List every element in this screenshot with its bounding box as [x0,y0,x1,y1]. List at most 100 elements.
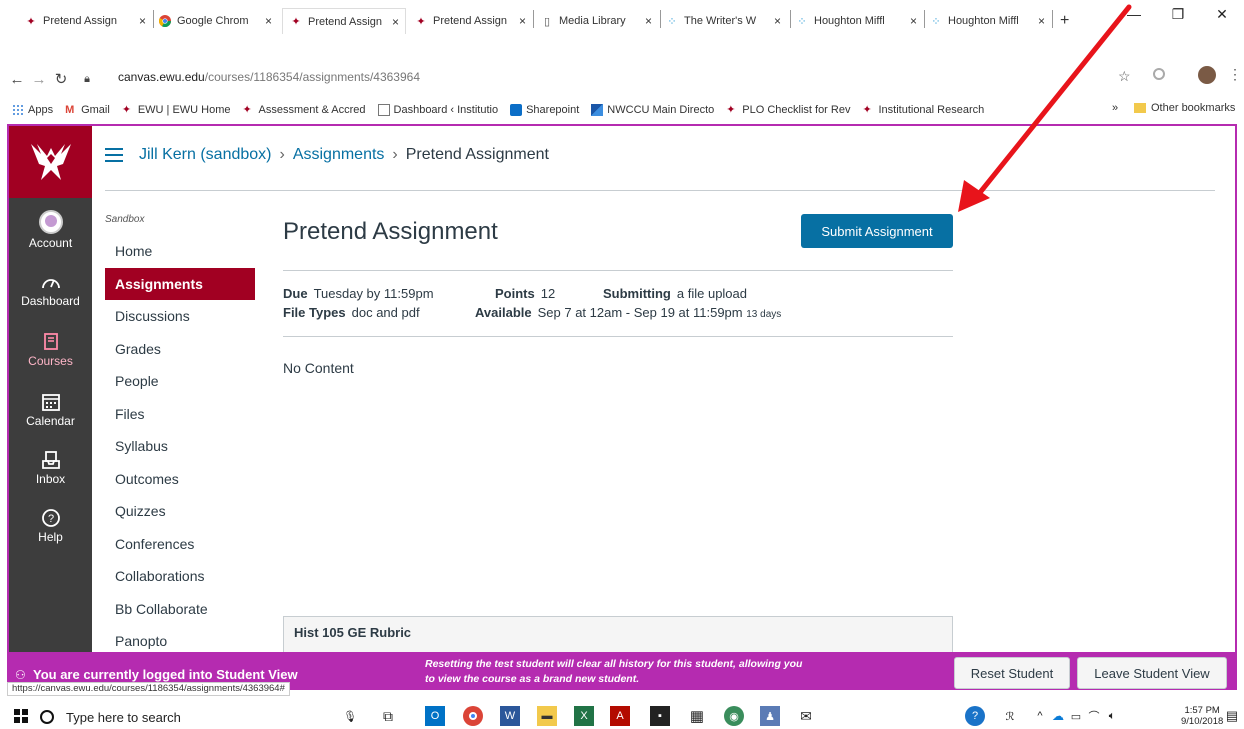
new-tab-button[interactable]: + [1060,10,1080,32]
bookmark-assessment[interactable]: ✦ Assessment & Accred [243,104,366,116]
course-nav-files[interactable]: Files [105,398,255,431]
close-icon[interactable]: × [392,15,399,29]
browser-tab[interactable]: ⁘ The Writer's W × [665,10,787,32]
close-icon[interactable]: × [774,14,781,28]
close-icon[interactable]: × [910,14,917,28]
nav-dashboard[interactable]: Dashboard [9,272,92,308]
browser-tab[interactable]: ⁘ Houghton Miffl × [929,10,1051,32]
bookmark-apps[interactable]: Apps [12,104,53,116]
window-close-icon[interactable]: ✕ [1200,6,1244,23]
outlook-icon[interactable]: O [425,706,445,726]
menu-icon[interactable]: ⋮ [1228,66,1242,83]
bookmark-ewu-home[interactable]: ✦ EWU | EWU Home [122,104,231,116]
course-nav-conferences[interactable]: Conferences [105,528,255,561]
svg-text:?: ? [47,513,53,525]
wifi-icon[interactable]: ⌒ [1084,706,1104,726]
excel-icon[interactable]: X [574,706,594,726]
taskbar-search[interactable]: Type here to search [40,706,340,728]
student-view-note: Resetting the test student will clear al… [425,658,803,685]
browser-tab[interactable]: ✦ Pretend Assign × [414,10,532,32]
bookmark-institutional-research[interactable]: ✦ Institutional Research [862,104,984,116]
divider [283,270,953,271]
close-icon[interactable]: × [1038,14,1045,28]
pen-icon[interactable]: ℛ [1000,706,1020,726]
nav-account[interactable]: Account [9,210,92,250]
browser-tab[interactable]: ⁘ Houghton Miffl × [795,10,923,32]
nav-courses[interactable]: Courses [9,332,92,368]
course-nav-heading: Sandbox [105,214,145,225]
acrobat-icon[interactable]: A [610,706,630,726]
forward-icon[interactable]: → [28,71,50,88]
other-bookmarks[interactable]: Other bookmarks [1134,102,1235,114]
reset-student-button[interactable]: Reset Student [954,657,1070,689]
course-nav-outcomes[interactable]: Outcomes [105,463,255,496]
eagle-icon: ✦ [416,15,426,28]
close-icon[interactable]: × [519,14,526,28]
browser-tab-active[interactable]: ✦ Pretend Assign × [282,8,406,34]
browser-tab[interactable]: ▯ Media Library × [540,10,658,32]
course-nav-quizzes[interactable]: Quizzes [105,495,255,528]
sticky-notes-icon[interactable]: ▪ [650,706,670,726]
bookmark-plo[interactable]: ✦ PLO Checklist for Rev [726,104,850,116]
chrome-taskbar-icon[interactable] [463,706,483,726]
course-nav-syllabus[interactable]: Syllabus [105,430,255,463]
tray-overflow-icon[interactable]: ^ [1030,706,1050,726]
people-icon[interactable]: ♟ [760,706,780,726]
extension-icon[interactable] [1153,68,1165,80]
windows-start-icon[interactable] [14,709,28,728]
nav-calendar[interactable]: Calendar [9,392,92,428]
course-nav-collaborations[interactable]: Collaborations [105,560,255,593]
bookmark-sharepoint[interactable]: Sharepoint [510,104,579,116]
hamburger-menu-icon[interactable] [105,148,123,162]
globe-icon[interactable]: ◉ [724,706,744,726]
course-nav-bb-collaborate[interactable]: Bb Collaborate [105,593,255,626]
task-view-icon[interactable]: ⧉ [378,706,398,726]
submit-assignment-button[interactable]: Submit Assignment [801,214,953,248]
nav-inbox[interactable]: Inbox [9,450,92,486]
dots-icon: ⁘ [797,15,807,28]
calendar-icon [41,394,60,411]
close-icon[interactable]: × [645,14,652,28]
url-field[interactable]: canvas.ewu.edu/courses/1186354/assignmen… [118,70,420,84]
file-explorer-icon[interactable]: ▬ [537,706,557,726]
reload-icon[interactable]: ↻ [50,70,72,88]
breadcrumb-assignments-link[interactable]: Assignments [293,146,385,164]
global-nav: Account Dashboard Courses Calendar Inbox… [9,126,92,652]
ewu-logo[interactable] [9,126,92,198]
course-nav-discussions[interactable]: Discussions [105,300,255,333]
bookmark-dashboard[interactable]: Dashboard ‹ Institutio [377,104,498,116]
breadcrumb-course-link[interactable]: Jill Kern (sandbox) [139,146,272,164]
course-nav-grades[interactable]: Grades [105,333,255,366]
taskbar-clock[interactable]: 1:57 PM 9/10/2018 [1181,705,1223,727]
bookmark-gmail[interactable]: M Gmail [65,104,110,116]
browser-tab[interactable]: Google Chrom × [158,10,278,32]
volume-icon[interactable]: 🔈︎ [1102,706,1122,726]
mail-icon[interactable]: ✉ [796,706,816,726]
nav-help[interactable]: ? Help [9,508,92,544]
restore-icon[interactable]: ❐ [1156,6,1200,23]
microphone-icon[interactable]: 🎙︎ [340,706,360,726]
calendar-taskbar-icon[interactable]: ▦ [687,706,707,726]
bookmark-nwccu[interactable]: NWCCU Main Directo [591,104,714,116]
close-icon[interactable]: × [265,14,272,28]
help-tray-icon[interactable]: ? [965,706,985,726]
course-nav-home[interactable]: Home [105,235,255,268]
star-icon[interactable]: ☆ [1118,68,1131,85]
minimize-icon[interactable]: — [1112,6,1156,23]
notifications-icon[interactable]: ▤ [1222,706,1242,726]
rubric-header: Hist 105 GE Rubric [283,616,953,652]
profile-avatar[interactable] [1198,66,1216,84]
bookmarks-overflow[interactable]: » [1112,102,1118,114]
course-nav-assignments[interactable]: Assignments [105,267,255,300]
onedrive-icon[interactable]: ☁ [1048,706,1068,726]
browser-tab[interactable]: ✦ Pretend Assign × [24,10,152,32]
back-icon[interactable]: ← [6,71,28,88]
battery-icon[interactable]: ▭ [1066,706,1086,726]
course-nav-people[interactable]: People [105,365,255,398]
word-icon[interactable]: W [500,706,520,726]
course-nav-panopto[interactable]: Panopto [105,625,255,652]
chrome-icon [158,14,172,28]
close-icon[interactable]: × [139,14,146,28]
leave-student-view-button[interactable]: Leave Student View [1077,657,1227,689]
file-types: File Types doc and pdf [283,305,420,320]
